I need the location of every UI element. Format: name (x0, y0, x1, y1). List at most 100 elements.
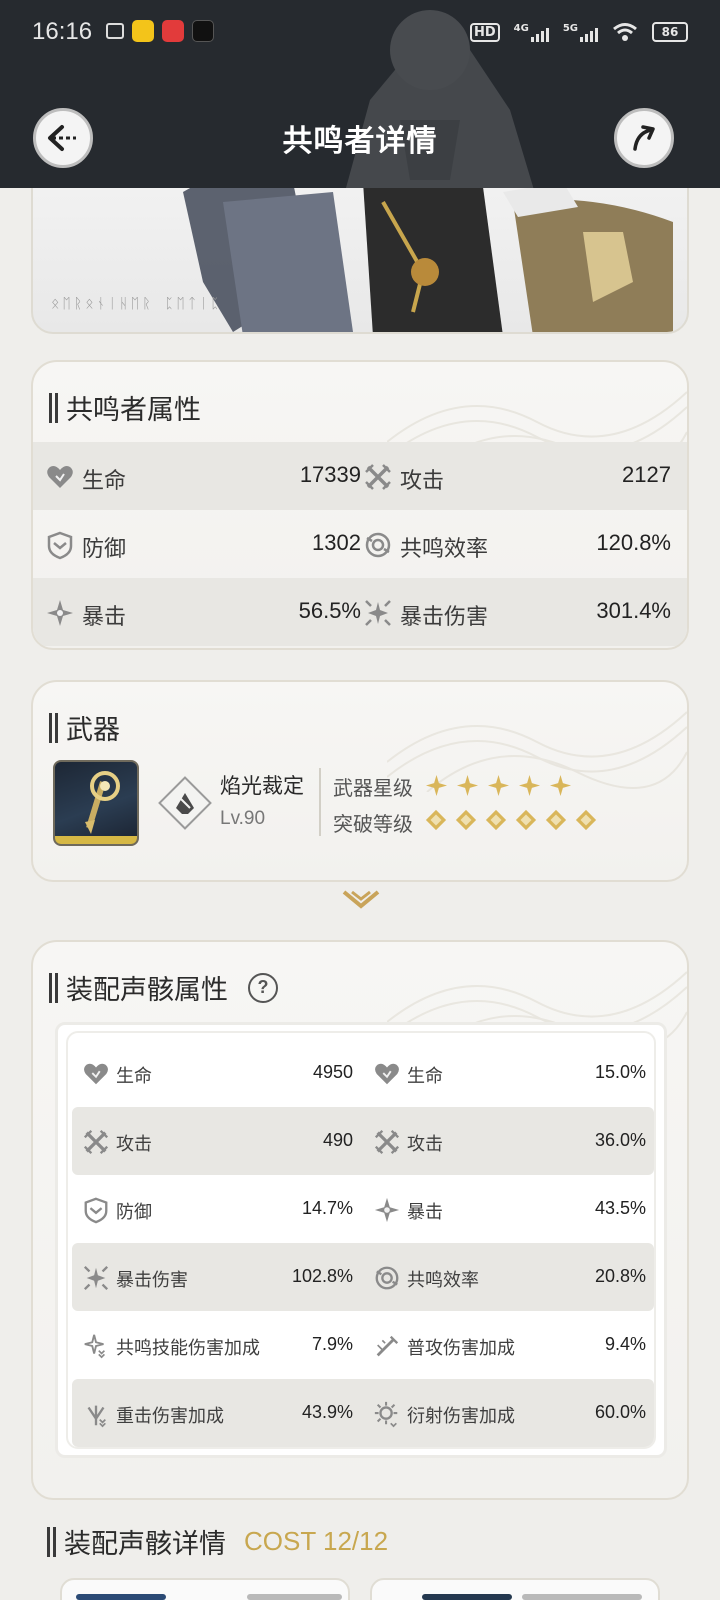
status-bar: 16:16 HD 4G 5G 86 (0, 18, 720, 50)
page-title: 共鸣者详情 (282, 124, 438, 159)
signal-5g-icon: 5G (563, 23, 598, 42)
stat-label: 防御 (116, 1202, 152, 1223)
heading-bars-icon (47, 1526, 56, 1557)
echo-stat-row: 暴击伤害 102.8% 共鸣效率 20.8% (72, 1243, 654, 1311)
weapon-title: 武器 (66, 715, 120, 746)
share-arrow-icon (633, 125, 655, 151)
hd-indicator: HD (469, 22, 500, 42)
status-time: 16:16 (32, 18, 93, 45)
echo-stat: 攻击 490 (72, 1107, 363, 1175)
stat-value: 60.0% (594, 1402, 646, 1422)
wifi-icon (613, 23, 637, 41)
echo-stat: 重击伤害加成 43.9% (72, 1379, 363, 1447)
echo-stat: 共鸣技能伤害加成 7.9% (72, 1311, 363, 1379)
echo-stat: 共鸣效率 20.8% (363, 1243, 654, 1311)
echo-stat: 生命 4950 (72, 1039, 363, 1107)
echo-stat: 生命 15.0% (363, 1039, 654, 1107)
basic-attack-icon (376, 1335, 399, 1357)
refine-diamond-icon (455, 809, 477, 831)
echo-card-1[interactable] (60, 1578, 350, 1600)
echo-stat: 暴击伤害 102.8% (72, 1243, 363, 1311)
echo-stat-row: 重击伤害加成 43.9% 衍射伤害加成 60.0% (72, 1379, 654, 1447)
stat-value: 43.9% (301, 1402, 353, 1422)
stat-label: 普攻伤害加成 (407, 1338, 515, 1359)
crit-damage-icon (83, 1265, 109, 1291)
defense-shield-icon (47, 531, 73, 560)
energy-regen-icon (365, 532, 391, 558)
stat-label: 重击伤害加成 (116, 1406, 224, 1427)
refine-diamond-icon (425, 809, 447, 831)
echo-cost-value: COST 12/12 (244, 1526, 389, 1556)
stat-value: 14.7% (301, 1198, 353, 1218)
weapon-image[interactable] (53, 760, 139, 846)
resonator-attributes-heading: 共鸣者属性 (49, 388, 201, 427)
rank-star-icon (425, 774, 448, 797)
battery-indicator: 86 (652, 22, 688, 42)
weapon-rank-stars (425, 774, 572, 797)
echo-attributes-title: 装配声骸属性 (66, 975, 228, 1006)
attack-swords-icon (83, 1129, 109, 1155)
crit-star-icon (374, 1197, 400, 1223)
weapon-card: 武器 焰光裁定 Lv.90 武器星级 突破等级 (31, 680, 689, 882)
echo-stat: 防御 14.7% (72, 1175, 363, 1243)
hp-heart-icon (375, 1063, 399, 1085)
stat-value: 9.4% (604, 1334, 646, 1354)
rank-star-icon (549, 774, 572, 797)
share-button[interactable] (614, 108, 674, 168)
stat-label: 攻击 (400, 469, 445, 494)
weapon-refine-diamonds (425, 809, 597, 831)
stat-label: 共鸣效率 (400, 537, 489, 562)
stat-label: 防御 (82, 537, 127, 562)
weapon-artwork-icon (85, 771, 120, 834)
resonator-attributes-title: 共鸣者属性 (66, 395, 201, 426)
echo-details-title: 装配声骸详情 (64, 1529, 226, 1560)
stat-value: 1302 (312, 530, 361, 555)
spectro-damage-icon (374, 1401, 398, 1428)
stat-label: 共鸣效率 (407, 1270, 479, 1291)
refine-diamond-icon (575, 809, 597, 831)
weapon-refine-label: 突破等级 (333, 812, 413, 836)
echo-stat: 衍射伤害加成 60.0% (363, 1379, 654, 1447)
battery-level: 86 (661, 25, 679, 39)
heading-bars-icon (49, 712, 58, 743)
echo-attributes-card: 装配声骸属性 ? 生命 4950 生命 15.0% 攻击 490 攻击 36.0% 防御 14.7… (31, 940, 689, 1500)
stat-value: 20.8% (594, 1266, 646, 1286)
expand-chevron-icon[interactable] (342, 890, 380, 910)
resonator-stat: 攻击 2127 (361, 442, 687, 510)
stat-label: 暴击 (407, 1202, 443, 1223)
weapon-name: 焰光裁定 (220, 774, 304, 798)
echo-card-strip (247, 1594, 342, 1600)
echo-stat: 攻击 36.0% (363, 1107, 654, 1175)
echo-stat-row: 生命 4950 生命 15.0% (72, 1039, 654, 1107)
weapon-heading: 武器 (49, 708, 120, 747)
echo-stat-row: 攻击 490 攻击 36.0% (72, 1107, 654, 1175)
stat-label: 暴击 (82, 605, 127, 630)
stat-value: 2127 (622, 462, 671, 487)
weapon-rank-label: 武器星级 (333, 776, 413, 800)
rank-star-icon (487, 774, 510, 797)
stat-value: 490 (322, 1130, 353, 1150)
heavy-attack-icon (87, 1405, 106, 1428)
resonator-stat-row: 防御 1302 共鸣效率 120.8% (33, 510, 687, 578)
echo-card-2[interactable] (370, 1578, 660, 1600)
refine-diamond-icon (485, 809, 507, 831)
resonator-stat: 防御 1302 (33, 510, 361, 578)
weapon-level: Lv.90 (220, 808, 266, 829)
stat-value: 56.5% (298, 598, 361, 623)
stat-value: 36.0% (594, 1130, 646, 1150)
tv-app-icon (106, 23, 124, 39)
network-4g-label: 4G (513, 22, 529, 34)
echo-card-strip (422, 1594, 512, 1600)
help-button[interactable]: ? (248, 972, 278, 1003)
music-app-icon (132, 20, 154, 42)
stat-value: 4950 (312, 1062, 353, 1082)
stat-label: 暴击伤害 (400, 605, 489, 630)
stat-value: 17339 (299, 462, 361, 487)
stat-label: 衍射伤害加成 (407, 1406, 515, 1427)
echo-card-strip (76, 1594, 166, 1600)
hp-heart-icon (84, 1063, 108, 1085)
energy-regen-icon (375, 1266, 399, 1290)
resonator-stat: 生命 17339 (33, 442, 361, 510)
stat-value: 301.4% (596, 598, 671, 623)
echo-attributes-heading: 装配声骸属性 ? (49, 968, 278, 1007)
